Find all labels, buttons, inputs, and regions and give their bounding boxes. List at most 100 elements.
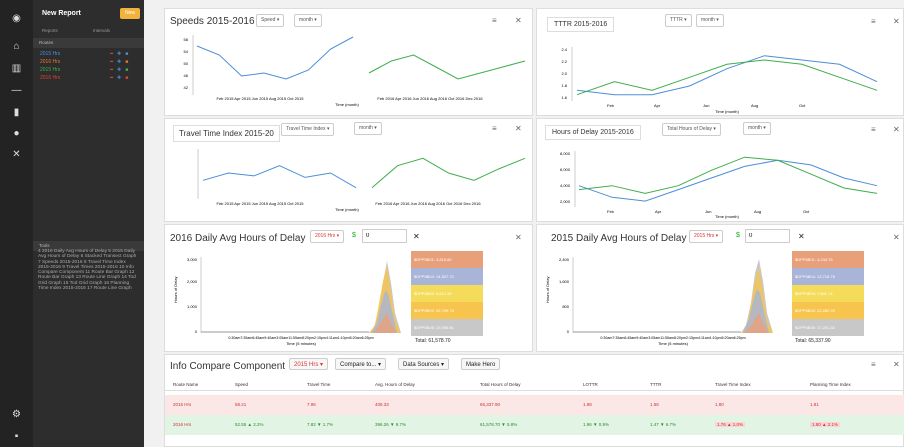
make-hero-button[interactable]: Make Hero: [461, 358, 501, 370]
dash-icon[interactable]: —: [9, 84, 24, 97]
legend-item[interactable]: $DPP5B05: 13,095.81: [411, 319, 483, 336]
legend-item[interactable]: $DPP5B05: 17,251.32: [792, 319, 864, 336]
panel-title: Travel Time Index 2015-20: [173, 125, 280, 142]
cell: 1.58: [650, 402, 659, 407]
cell: 65,337.90: [480, 402, 501, 407]
panel-title: Hours of Delay 2015-2016: [545, 125, 641, 140]
logo-icon[interactable]: ◉: [9, 12, 24, 25]
legend-item[interactable]: $DPP5B04: 14,527.72: [411, 268, 483, 285]
tick-label: 46: [184, 73, 189, 78]
stack-area: [573, 313, 769, 333]
cell: 1.80: [715, 402, 724, 407]
hrs-dropdown[interactable]: 2015 Hrs ▾: [689, 230, 724, 243]
tick-label: 2.4: [561, 47, 567, 52]
month-dropdown[interactable]: month ▾: [294, 14, 322, 27]
route-label: 2015 Hrs: [40, 51, 61, 57]
data-sources-dropdown[interactable]: Data Sources ▾: [398, 358, 450, 370]
clear-icon[interactable]: ✕: [798, 232, 805, 241]
legend-item[interactable]: $DPP5B02: 22,282.39: [792, 302, 864, 319]
month-dropdown[interactable]: month ▾: [696, 14, 724, 27]
route-label: 2016 Hrs: [40, 59, 61, 65]
cost-input[interactable]: [745, 229, 790, 243]
legend-item[interactable]: $DPP5B01: 4,815.80: [411, 251, 483, 268]
add-icon[interactable]: ✚: [117, 67, 121, 73]
close-icon[interactable]: ✕: [893, 125, 900, 134]
month-dropdown[interactable]: month ▾: [743, 122, 771, 135]
hrs-dropdown[interactable]: 2015 Hrs ▾: [289, 358, 329, 370]
tools-list[interactable]: 4 2016 Daily Avg Hours of Delay 5 2015 D…: [38, 249, 138, 291]
remove-icon[interactable]: ━: [110, 75, 113, 81]
cell: 1.47 ▼ 6.7%: [650, 422, 676, 427]
menu-icon[interactable]: ≡: [871, 360, 876, 369]
month-dropdown[interactable]: month ▾: [354, 122, 382, 135]
speed-dropdown[interactable]: Speed ▾: [256, 14, 285, 27]
home-icon[interactable]: ⌂: [9, 40, 24, 53]
legend-item[interactable]: $DPP5B01: 4,243.75: [792, 251, 864, 268]
remove-icon[interactable]: ━: [110, 67, 113, 73]
cost-input[interactable]: [362, 229, 407, 243]
reports-tab[interactable]: Reports: [42, 28, 58, 33]
close-icon[interactable]: ✕: [893, 17, 900, 26]
col-header: TTTR: [650, 382, 662, 387]
color-icon[interactable]: ■: [125, 67, 128, 73]
tick-label: 0:30am7:35am6:45am9:40am3:05am11:55am8:2…: [600, 336, 745, 340]
tools-header-label: Tools: [39, 243, 50, 248]
logout-icon[interactable]: ▪: [9, 430, 24, 443]
new-button[interactable]: New: [120, 8, 140, 19]
add-icon[interactable]: ✚: [117, 51, 121, 57]
menu-icon[interactable]: ≡: [492, 124, 497, 133]
close-icon[interactable]: ✕: [893, 233, 900, 242]
route-item[interactable]: 2015 Hrs ━ ✚ ■: [40, 67, 128, 73]
color-icon[interactable]: ■: [125, 51, 128, 57]
document-icon[interactable]: ▮: [9, 106, 24, 119]
stack-area: [201, 313, 397, 333]
tick-label: Apr: [655, 209, 662, 214]
compare-dropdown[interactable]: Compare to... ▾: [335, 358, 387, 370]
legend-item[interactable]: $DPP5B04: 13,718.76: [792, 268, 864, 285]
add-icon[interactable]: ✚: [117, 59, 121, 65]
route-item[interactable]: 2015 Hrs ━ ✚ ■: [40, 51, 128, 57]
col-header: Travel Time Index: [715, 382, 751, 387]
intervals-tab[interactable]: Intervals: [93, 28, 110, 33]
menu-icon[interactable]: ≡: [871, 17, 876, 26]
series-line: [578, 156, 878, 194]
legend-item[interactable]: $DPP5B02: 32,709.76: [411, 302, 483, 319]
close-icon[interactable]: ✕: [515, 16, 522, 25]
user-icon[interactable]: ●: [9, 127, 24, 140]
add-icon[interactable]: ✚: [117, 75, 121, 81]
tools-icon[interactable]: ✕: [9, 148, 24, 161]
col-header: Avg. Hours of Delay: [375, 382, 415, 387]
speeds-lines: [196, 36, 526, 80]
clear-icon[interactable]: ✕: [413, 232, 420, 241]
chart-icon[interactable]: ▥: [9, 62, 24, 75]
hod-lines: [578, 156, 878, 202]
tti-dropdown[interactable]: Travel Time Index ▾: [281, 123, 335, 136]
color-icon[interactable]: ■: [125, 59, 128, 65]
menu-icon[interactable]: ≡: [871, 125, 876, 134]
table-row[interactable]: 2015 Hrs 58.21 7.96 408.33 65,337.90 1.9…: [165, 395, 904, 415]
hrs-dropdown[interactable]: 2016 Hrs ▾: [310, 230, 345, 243]
route-item[interactable]: 2016 Hrs ━ ✚ ■: [40, 59, 128, 65]
route-item[interactable]: 2016 Hrs ━ ✚ ■: [40, 75, 128, 81]
menu-icon[interactable]: ≡: [492, 16, 497, 25]
table-row[interactable]: 2016 Hrs 52.55 ▲ 2.2% 7.82 ▼ 1.7% 396.26…: [165, 415, 904, 435]
tick-label: Jun: [705, 209, 711, 214]
tttr-dropdown[interactable]: TTTR ▾: [665, 14, 692, 27]
settings-icon[interactable]: ⚙: [9, 408, 24, 421]
tick-label: Feb 2016 Apr 2016 Jun 2016 Aug 2016 Oct …: [377, 96, 483, 101]
close-icon[interactable]: ✕: [515, 233, 522, 242]
remove-icon[interactable]: ━: [110, 59, 113, 65]
close-icon[interactable]: ✕: [515, 124, 522, 133]
y-axis-label: Hours of Delay: [173, 277, 178, 303]
hod-dropdown[interactable]: Total Hours of Delay ▾: [662, 123, 721, 136]
legend-item[interactable]: $DPP5B03: 7,801.74: [792, 285, 864, 302]
axis-label: Time (5 minutes): [658, 341, 689, 346]
cell: 396.26 ▼ 9.7%: [375, 422, 406, 427]
color-icon[interactable]: ■: [125, 75, 128, 81]
legend-item[interactable]: $DPP5B03: 5,612.35: [411, 285, 483, 302]
remove-icon[interactable]: ━: [110, 51, 113, 57]
total-label: Total: 65,337.90: [795, 338, 831, 344]
report-title: New Report: [42, 10, 81, 17]
info-compare-panel: Info Compare Component 2015 Hrs ▾ Compar…: [164, 354, 904, 447]
close-icon[interactable]: ✕: [893, 360, 900, 369]
